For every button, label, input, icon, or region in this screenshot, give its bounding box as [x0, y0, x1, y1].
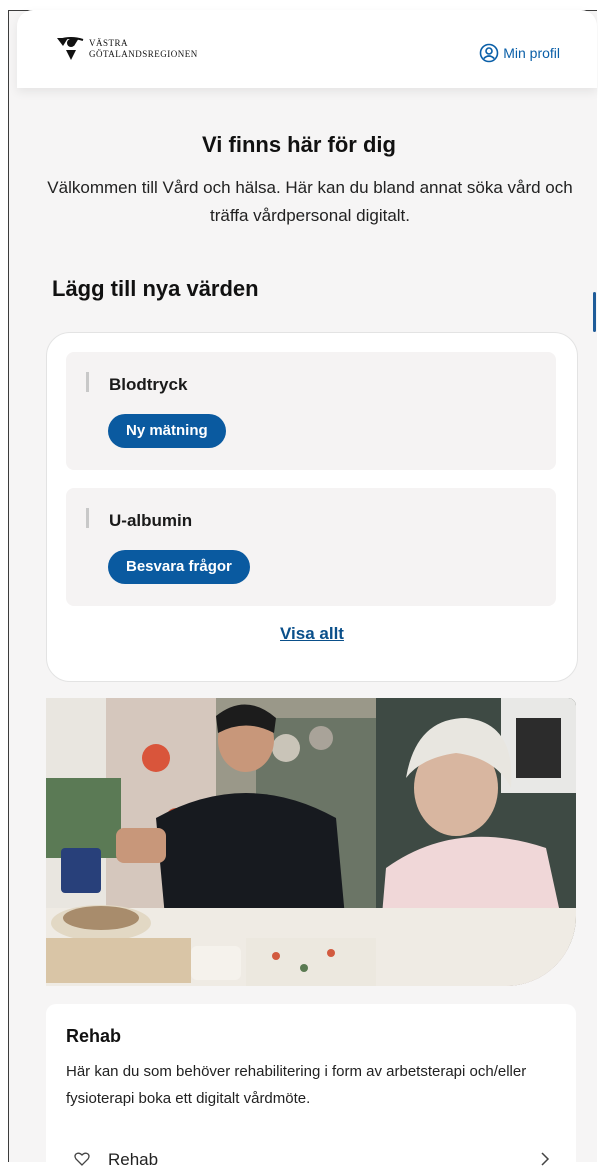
heart-icon: [74, 1152, 90, 1166]
profile-icon: [479, 43, 499, 63]
page-title: Vi finns här för dig: [202, 132, 396, 157]
scrollbar-thumb[interactable]: [593, 292, 596, 332]
profile-link[interactable]: Min profil: [479, 43, 560, 63]
new-measurement-button[interactable]: Ny mätning: [108, 414, 226, 448]
photo-illustration: [46, 698, 576, 986]
profile-label: Min profil: [503, 45, 560, 61]
rehab-link-label: Rehab: [108, 1150, 159, 1169]
app-header: VÄSTRA GÖTALANDSREGIONEN Min profil: [17, 10, 597, 88]
rehab-description: Här kan du som behöver rehabilitering i …: [66, 1063, 527, 1107]
logo-text-line1: VÄSTRA: [89, 38, 129, 48]
rehab-link[interactable]: Rehab: [66, 1146, 556, 1172]
logo-text-line2: GÖTALANDSREGIONEN: [89, 49, 198, 59]
rehab-title: Rehab: [66, 1026, 122, 1046]
value-item-blodtryck: Blodtryck Ny mätning: [66, 352, 556, 470]
chevron-right-icon: [541, 1152, 550, 1166]
welcome-text: Välkommen till Vård och hälsa. Här kan d…: [47, 178, 573, 225]
values-card: Blodtryck Ny mätning U-albumin Besvara f…: [46, 332, 578, 682]
value-item-name: U-albumin: [109, 511, 193, 530]
accent-bar: [86, 372, 89, 392]
section-title-values: Lägg till nya värden: [52, 276, 259, 301]
accent-bar: [86, 508, 89, 528]
value-item-u-albumin: U-albumin Besvara frågor: [66, 488, 556, 606]
value-item-name: Blodtryck: [109, 375, 188, 394]
logo[interactable]: VÄSTRA GÖTALANDSREGIONEN: [55, 34, 198, 74]
rehab-photo: [46, 698, 576, 986]
answer-questions-button[interactable]: Besvara frågor: [108, 550, 250, 584]
see-all-link[interactable]: Visa allt: [47, 624, 577, 644]
vgr-logo-icon: [57, 37, 84, 60]
rehab-card: Rehab Här kan du som behöver rehabiliter…: [46, 1004, 576, 1174]
